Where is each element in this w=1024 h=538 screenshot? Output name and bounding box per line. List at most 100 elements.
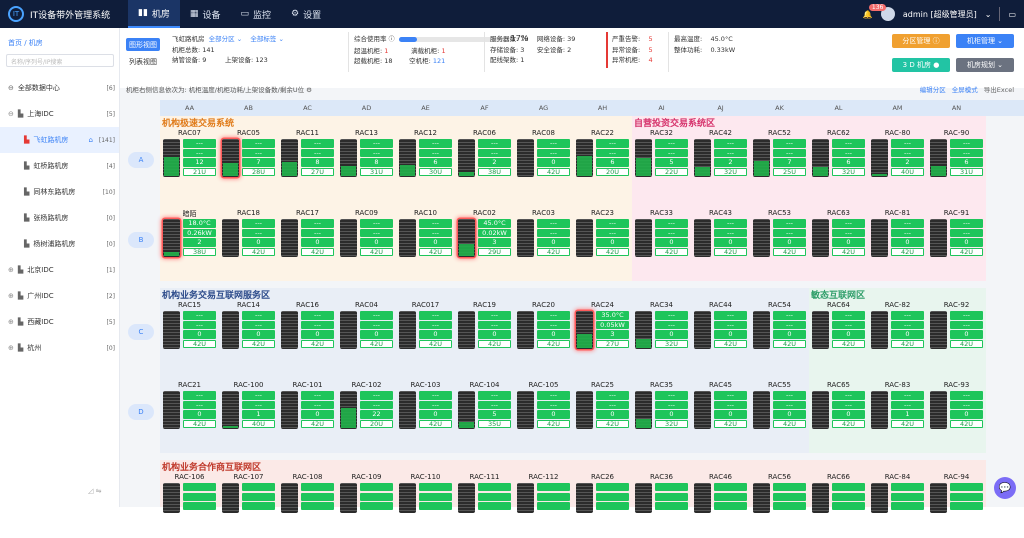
rack-cell[interactable]: RAC34 --- --- 0 32U [632, 300, 691, 366]
rack-cell[interactable]: RAC64 --- --- 0 42U [809, 300, 868, 366]
rack-cell[interactable]: RAC10 --- --- 0 42U [396, 208, 455, 274]
user-dropdown-icon[interactable]: ⌄ [985, 10, 992, 19]
rack-cell[interactable]: RAC25 --- --- 0 42U [573, 380, 632, 446]
rack-cell[interactable]: RAC-82 --- --- 0 42U [868, 300, 927, 366]
rack-cell[interactable]: RAC13 --- --- 8 31U [337, 128, 396, 194]
sidebar-footer-icons[interactable]: ◿ ⇋ [88, 487, 101, 495]
rack-cell[interactable]: RAC-81 --- --- 0 42U [868, 208, 927, 274]
rack-cell[interactable]: RAC-104 --- --- 5 35U [455, 380, 514, 446]
rack-cell[interactable]: RAC-91 --- --- 0 42U [927, 208, 986, 274]
rack-cell[interactable]: RAC21 --- --- 0 42U [160, 380, 219, 446]
rack-cell[interactable]: RAC45 --- --- 0 42U [691, 380, 750, 446]
breadcrumb[interactable]: 首页 / 机房 [8, 38, 119, 48]
notification-bell-icon[interactable]: 🔔 136 [863, 3, 887, 19]
rack-cell[interactable]: RAC-94 [927, 472, 986, 538]
rack-cell[interactable]: RAC15 --- --- 0 42U [160, 300, 219, 366]
rack-cell[interactable]: RAC65 --- --- 0 42U [809, 380, 868, 446]
rack-cell[interactable]: RAC03 --- --- 0 42U [514, 208, 573, 274]
expand-icon[interactable]: ⊕ [8, 318, 14, 326]
rack-cell[interactable]: RAC55 --- --- 0 42U [750, 380, 809, 446]
rack-cell[interactable]: RAC06 --- --- 2 38U [455, 128, 514, 194]
nav-tab-3[interactable]: ⚙ 设置 [281, 0, 331, 28]
view-link[interactable]: 全屏模式 [952, 84, 978, 94]
rack-management-button[interactable]: 机柜管理 ⌄ [956, 34, 1014, 48]
rack-cell[interactable]: RAC-90 --- --- 6 31U [927, 128, 986, 194]
rack-cell[interactable]: RAC-93 --- --- 0 42U [927, 380, 986, 446]
rack-cell[interactable]: RAC44 --- --- 0 42U [691, 300, 750, 366]
rack-cell[interactable]: RAC35 --- --- 0 32U [632, 380, 691, 446]
rack-cell[interactable]: RAC42 --- --- 2 32U [691, 128, 750, 194]
nav-tab-0[interactable]: ▮▮ 机房 [128, 0, 180, 28]
rack-cell[interactable]: RAC-105 --- --- 0 42U [514, 380, 573, 446]
rack-cell[interactable]: RAC08 --- --- 0 42U [514, 128, 573, 194]
rack-cell[interactable]: RAC24 35.0°C 0.05kW 3 27U [573, 300, 632, 366]
rack-cell[interactable]: RAC17 --- --- 0 42U [278, 208, 337, 274]
rack-cell[interactable]: RAC-110 [396, 472, 455, 538]
tree-item[interactable]: ⊕ ▙ 北京IDC [1] [0, 257, 119, 283]
tree-item[interactable]: ⊕ ▙ 广州IDC [2] [0, 283, 119, 309]
rack-cell[interactable]: RAC19 --- --- 0 42U [455, 300, 514, 366]
rack-cell[interactable]: RAC14 --- --- 0 42U [219, 300, 278, 366]
view-link[interactable]: 导出Excel [984, 84, 1014, 94]
list-view-button[interactable]: 列表视图 [126, 55, 160, 68]
tree-item[interactable]: ▙ 虹桥路机房 [4] [0, 153, 119, 179]
rack-cell[interactable]: RAC-108 [278, 472, 337, 538]
rack-cell[interactable]: RAC-92 --- --- 0 42U [927, 300, 986, 366]
tag-filter-dropdown[interactable]: 全部标签 ⌄ [250, 35, 284, 43]
tree-item[interactable]: ▙ 张杨路机房 [0] [0, 205, 119, 231]
expand-icon[interactable]: ⊕ [8, 266, 14, 274]
rack-cell[interactable]: RAC54 --- --- 0 42U [750, 300, 809, 366]
rack-cell[interactable]: RAC-101 --- --- 0 42U [278, 380, 337, 446]
rack-cell[interactable]: RAC-112 [514, 472, 573, 538]
expand-icon[interactable]: ⊕ [8, 344, 14, 352]
tree-item[interactable]: ▙ 飞虹路机房 ⌂ [141] [0, 127, 119, 153]
rack-cell[interactable]: RAC-80 --- --- 2 40U [868, 128, 927, 194]
rack-cell[interactable]: RAC-100 --- --- 1 40U [219, 380, 278, 446]
rack-cell[interactable]: RAC-102 --- --- 22 20U [337, 380, 396, 446]
rack-cell[interactable]: RAC-84 [868, 472, 927, 538]
tree-item[interactable]: ⊖ 全部数据中心 [6] [0, 75, 119, 101]
rack-cell[interactable]: RAC-111 [455, 472, 514, 538]
rack-cell[interactable]: RAC62 --- --- 6 32U [809, 128, 868, 194]
rack-cell[interactable]: RAC05 --- --- 7 28U [219, 128, 278, 194]
nav-tab-1[interactable]: ▦ 设备 [180, 0, 231, 28]
rack-cell[interactable]: RAC02 45.0°C 0.02kW 3 29U [455, 208, 514, 274]
rack-cell[interactable]: RAC56 [750, 472, 809, 538]
rack-cell[interactable]: RAC46 [691, 472, 750, 538]
tree-item[interactable]: ▙ 杨树浦路机房 [0] [0, 231, 119, 257]
expand-icon[interactable]: ⊖ [8, 110, 14, 118]
tree-item[interactable]: ▙ 同林东路机房 [10] [0, 179, 119, 205]
rack-cell[interactable]: RAC017 --- --- 0 42U [396, 300, 455, 366]
rack-cell[interactable]: RAC23 --- --- 0 42U [573, 208, 632, 274]
rack-cell[interactable]: RAC-83 --- --- 1 42U [868, 380, 927, 446]
tree-item[interactable]: ⊕ ▙ 杭州 [0] [0, 335, 119, 361]
view-link[interactable]: 编辑分区 [920, 84, 946, 94]
user-name[interactable]: admin [超级管理员] [903, 9, 977, 20]
rack-cell[interactable]: RAC33 --- --- 0 42U [632, 208, 691, 274]
3d-room-button[interactable]: 3 D 机房 ● [892, 58, 950, 72]
graph-view-button[interactable]: 图形视图 [126, 38, 160, 51]
rack-cell[interactable]: RAC36 [632, 472, 691, 538]
rack-cell[interactable]: RAC-107 [219, 472, 278, 538]
rack-cell[interactable]: RAC09 --- --- 0 42U [337, 208, 396, 274]
nav-tab-2[interactable]: ▭ 监控 [230, 0, 281, 28]
rack-cell[interactable]: RAC18 --- --- 0 42U [219, 208, 278, 274]
rack-cell[interactable]: RAC22 --- --- 6 20U [573, 128, 632, 194]
rack-cell[interactable]: RAC-109 [337, 472, 396, 538]
rack-cell[interactable]: RAC16 --- --- 0 42U [278, 300, 337, 366]
rack-cell[interactable]: RAC-103 --- --- 0 42U [396, 380, 455, 446]
zone-filter-dropdown[interactable]: 全部分区 ⌄ [209, 35, 243, 43]
tree-item[interactable]: ⊕ ▙ 西藏IDC [5] [0, 309, 119, 335]
rack-cell[interactable]: RAC32 --- --- 5 22U [632, 128, 691, 194]
screen-icon[interactable]: ▭ [1008, 10, 1016, 19]
rack-cell[interactable]: RAC12 --- --- 6 30U [396, 128, 455, 194]
rack-cell[interactable]: RAC04 --- --- 0 42U [337, 300, 396, 366]
rack-cell[interactable]: RAC20 --- --- 0 42U [514, 300, 573, 366]
rack-cell[interactable]: RAC52 --- --- 7 25U [750, 128, 809, 194]
expand-icon[interactable]: ⊕ [8, 292, 14, 300]
rack-cell[interactable]: RAC11 --- --- 8 27U [278, 128, 337, 194]
zone-management-button[interactable]: 分区管理 ⓘ [892, 34, 950, 48]
rack-cell[interactable]: RAC-106 [160, 472, 219, 538]
room-planning-button[interactable]: 机房规划 ⌄ [956, 58, 1014, 72]
rack-cell[interactable]: RAC66 [809, 472, 868, 538]
